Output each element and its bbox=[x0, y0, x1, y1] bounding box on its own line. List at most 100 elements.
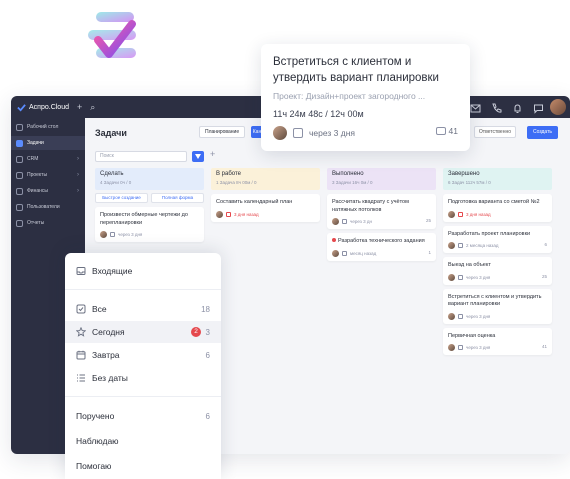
menu-item-helping[interactable]: Помогаю bbox=[65, 455, 221, 477]
full-form-button[interactable]: Полная форма bbox=[151, 193, 204, 203]
sidebar-item-desktop[interactable]: Рабочий стол bbox=[11, 120, 85, 134]
sidebar-item-projects[interactable]: Проекты › bbox=[11, 168, 85, 182]
avatar bbox=[448, 312, 455, 320]
menu-item-all[interactable]: Все 18 bbox=[65, 298, 221, 320]
crm-icon bbox=[16, 155, 23, 163]
responsible-select[interactable]: Ответственно bbox=[473, 126, 516, 138]
menu-item-no-date[interactable]: Без даты bbox=[65, 367, 221, 389]
sidebar-item-users[interactable]: Пользователи bbox=[11, 200, 85, 214]
column-title: В работе bbox=[216, 171, 242, 177]
finance-icon bbox=[16, 187, 23, 195]
comment-icon bbox=[435, 127, 446, 135]
avatar bbox=[448, 344, 455, 351]
calendar-icon bbox=[342, 250, 347, 256]
column-stats: 3 Задачи 16ч 0м / 0 bbox=[332, 180, 373, 185]
menu-item-watching[interactable]: Наблюдаю bbox=[65, 430, 221, 452]
star-icon bbox=[76, 327, 86, 337]
calendar-icon bbox=[458, 243, 463, 248]
column-title: Выполнено bbox=[332, 171, 364, 177]
task-card[interactable]: Выезд на объект через 3 дня 25 bbox=[443, 257, 552, 285]
menu-count: 3 bbox=[205, 327, 210, 337]
menu-divider bbox=[65, 396, 221, 397]
chevron-right-icon: › bbox=[77, 156, 79, 162]
search-input[interactable]: Поиск bbox=[95, 151, 187, 162]
task-title: Подготовка варианта со сметой №2 bbox=[448, 199, 540, 205]
calendar-icon bbox=[76, 350, 86, 360]
task-meta: через 3 дня bbox=[448, 312, 547, 320]
kanban-column: В работе 1 Задача 8ч 00м / 0 Составить к… bbox=[211, 168, 320, 222]
brand-logo-icon bbox=[17, 103, 26, 112]
task-card[interactable]: Составить календарный план 3 дня назад bbox=[211, 194, 320, 222]
users-icon bbox=[16, 203, 23, 211]
sidebar-item-crm[interactable]: CRM › bbox=[11, 152, 85, 166]
task-card[interactable]: Встретиться с клиентом и утвердить вариа… bbox=[443, 288, 552, 324]
menu-item-assigned[interactable]: Поручено 6 bbox=[65, 405, 221, 427]
plus-icon[interactable]: + bbox=[77, 102, 82, 112]
popup-project[interactable]: Проект: Дизайн+проект загородного ... bbox=[273, 91, 458, 101]
chevron-right-icon: › bbox=[77, 188, 79, 194]
column-header: Завершено 6 Задач 112ч 57м / 0 bbox=[443, 168, 552, 190]
comment-count: 41 bbox=[541, 344, 547, 349]
create-button[interactable]: Создать bbox=[526, 126, 558, 139]
calendar-icon bbox=[458, 345, 463, 350]
column-stats: 4 Задачи 0ч / 0 bbox=[100, 180, 132, 185]
task-card[interactable]: Произвести обмерные чертежи до переплани… bbox=[95, 207, 204, 242]
calendar-icon bbox=[293, 128, 303, 138]
avatar bbox=[100, 231, 107, 238]
menu-count: 18 bbox=[201, 304, 210, 314]
popup-time-tracked: 11ч 24м 48с / 12ч 00м bbox=[273, 109, 364, 119]
kanban-column: Сделать 4 Задачи 0ч / 0 Быстрое создание… bbox=[95, 168, 204, 242]
menu-item-tomorrow[interactable]: Завтра 6 bbox=[65, 344, 221, 366]
quick-create: Быстрое создание Полная форма bbox=[95, 193, 204, 203]
task-card[interactable]: Первичная оценка через 3 дня 41 bbox=[443, 327, 552, 355]
inbox-icon bbox=[76, 267, 86, 275]
menu-item-today[interactable]: Сегодня 2 3 bbox=[65, 321, 221, 343]
task-title: Встретиться с клиентом и утвердить вариа… bbox=[448, 293, 542, 308]
bell-icon[interactable] bbox=[512, 101, 523, 113]
filter-icon[interactable] bbox=[192, 151, 204, 162]
kanban-column: Завершено 6 Задач 112ч 57м / 0 Подготовк… bbox=[443, 168, 552, 355]
user-avatar[interactable] bbox=[550, 99, 566, 115]
planning-button[interactable]: Планирование bbox=[199, 126, 246, 138]
column-stats: 1 Задача 8ч 00м / 0 bbox=[216, 180, 257, 185]
quick-create-button[interactable]: Быстрое создание bbox=[95, 193, 148, 203]
task-card[interactable]: Подготовка варианта со сметой №2 3 дня н… bbox=[443, 194, 552, 222]
task-meta: через 3 дня bbox=[100, 231, 199, 238]
menu-divider bbox=[65, 289, 221, 290]
calendar-icon bbox=[342, 219, 347, 224]
phone-icon[interactable] bbox=[491, 101, 502, 113]
task-title: Разработка технического задания bbox=[332, 238, 431, 246]
aspro-logo-icon bbox=[82, 10, 144, 72]
sidebar-item-reports[interactable]: Отчеты bbox=[11, 216, 85, 230]
task-title: Составить календарный план bbox=[216, 199, 293, 205]
unread-badge: 2 bbox=[191, 327, 201, 337]
task-title: Произвести обмерные чертежи до переплани… bbox=[100, 212, 188, 226]
search-icon[interactable]: ⌕ bbox=[90, 102, 95, 113]
chevron-right-icon: › bbox=[77, 172, 79, 178]
sidebar-item-finance[interactable]: Финансы › bbox=[11, 184, 85, 198]
chat-icon[interactable] bbox=[533, 101, 544, 114]
column-title: Завершено bbox=[448, 171, 480, 177]
kanban-column: Выполнено 3 Задачи 16ч 0м / 0 Рассчитать… bbox=[327, 168, 436, 261]
sidebar-item-tasks[interactable]: Задачи bbox=[11, 136, 85, 150]
add-column-button[interactable]: + bbox=[210, 149, 215, 159]
list-icon bbox=[76, 304, 86, 314]
brand[interactable]: Aспро.Cloud bbox=[17, 103, 69, 112]
popup-comments[interactable]: 41 bbox=[435, 126, 458, 136]
task-title: Выезд на объект bbox=[448, 262, 491, 268]
mail-icon[interactable] bbox=[470, 101, 481, 113]
task-meta: через 3 дня 25 bbox=[448, 273, 547, 281]
task-detail-popup[interactable]: Встретиться с клиентом и утвердить вариа… bbox=[261, 44, 470, 151]
desktop-icon bbox=[16, 123, 23, 131]
column-header: Сделать 4 Задачи 0ч / 0 bbox=[95, 168, 204, 190]
task-card[interactable]: Разработать проект планировки 2 месяца н… bbox=[443, 225, 552, 253]
menu-item-inbox[interactable]: Входящие bbox=[65, 260, 221, 282]
task-card[interactable]: Разработка технического задания месяц на… bbox=[327, 233, 436, 261]
comment-count: 6 bbox=[544, 242, 547, 247]
popup-meta: через 3 дня 41 bbox=[273, 126, 458, 140]
task-meta: месяц назад 1 bbox=[332, 249, 431, 257]
avatar bbox=[332, 218, 339, 225]
comment-count: 25 bbox=[425, 218, 431, 223]
task-card[interactable]: Рассчитать квадрату с учётом натяжных по… bbox=[327, 194, 436, 229]
task-title: Разработать проект планировки bbox=[448, 230, 531, 237]
